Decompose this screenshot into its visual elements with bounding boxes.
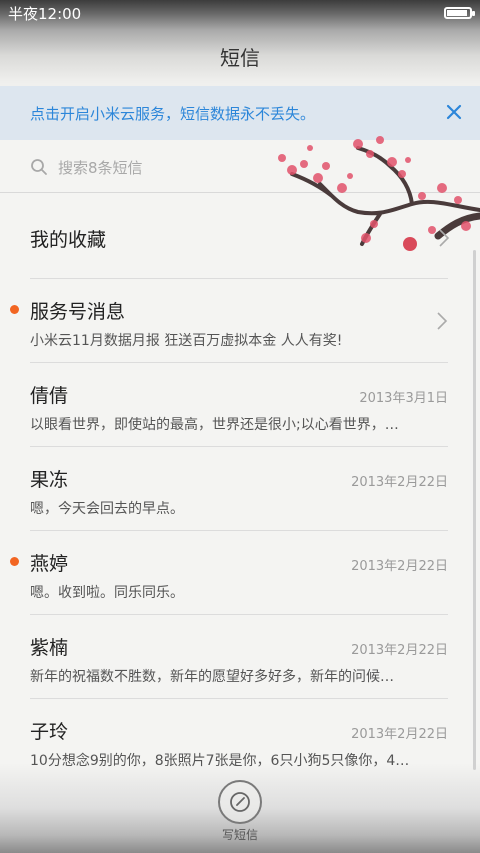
scrollbar[interactable] <box>473 250 476 770</box>
conversation-row[interactable]: 倩倩 2013年3月1日 以眼看世界，即使站的最高，世界还是很小;以心看世界，… <box>30 362 448 446</box>
message-preview: 以眼看世界，即使站的最高，世界还是很小;以心看世界，… <box>30 417 399 433</box>
compose-icon <box>230 792 250 812</box>
page-title: 短信 <box>220 46 260 70</box>
conversation-row[interactable]: 子玲 2013年2月22日 10分想念9别的你，8张照片7张是你，6只小狗5只像… <box>30 698 448 782</box>
conversation-row[interactable]: 服务号消息 小米云11月数据月报 狂送百万虚拟本金 人人有奖! <box>10 278 448 362</box>
message-date: 2013年2月22日 <box>351 559 448 574</box>
favorites-entry[interactable]: 我的收藏 <box>30 218 450 258</box>
contact-name: 子玲 <box>30 721 69 743</box>
chevron-right-icon <box>437 312 448 330</box>
message-date: 2013年2月22日 <box>351 643 448 658</box>
message-preview: 新年的祝福数不胜数，新年的愿望好多好多，新年的问候… <box>30 669 394 685</box>
conversation-row[interactable]: 燕婷 2013年2月22日 嗯。收到啦。同乐同乐。 <box>10 530 448 614</box>
compose-button[interactable] <box>218 780 262 824</box>
contact-name: 倩倩 <box>30 385 69 407</box>
contact-name: 紫楠 <box>30 637 69 659</box>
battery-fill <box>447 10 468 16</box>
message-date: 2013年2月22日 <box>351 475 448 490</box>
status-time: 半夜12:00 <box>8 4 82 23</box>
conversation-row[interactable]: 果冻 2013年2月22日 嗯，今天会回去的早点。 <box>30 446 448 530</box>
search-icon <box>31 159 47 175</box>
contact-name: 服务号消息 <box>30 301 126 323</box>
message-preview: 嗯，今天会回去的早点。 <box>30 501 184 517</box>
conversation-row[interactable]: 紫楠 2013年2月22日 新年的祝福数不胜数，新年的愿望好多好多，新年的问候… <box>30 614 448 698</box>
battery-icon <box>444 7 475 19</box>
status-bar: 半夜12:00 <box>0 0 480 26</box>
search-placeholder: 搜索8条短信 <box>58 158 143 177</box>
message-date: 2013年2月22日 <box>351 727 448 742</box>
message-preview: 小米云11月数据月报 狂送百万虚拟本金 人人有奖! <box>30 333 343 349</box>
message-preview: 10分想念9别的你，8张照片7张是你，6只小狗5只像你，4… <box>30 753 410 769</box>
unread-dot <box>10 305 19 314</box>
unread-dot <box>10 557 19 566</box>
message-date: 2013年3月1日 <box>359 391 448 406</box>
contact-name: 果冻 <box>30 469 69 491</box>
chevron-right-icon <box>439 229 450 247</box>
message-preview: 嗯。收到啦。同乐同乐。 <box>30 585 184 601</box>
compose-label: 写短信 <box>221 828 258 842</box>
favorites-label: 我的收藏 <box>30 228 107 251</box>
contact-name: 燕婷 <box>30 553 69 575</box>
